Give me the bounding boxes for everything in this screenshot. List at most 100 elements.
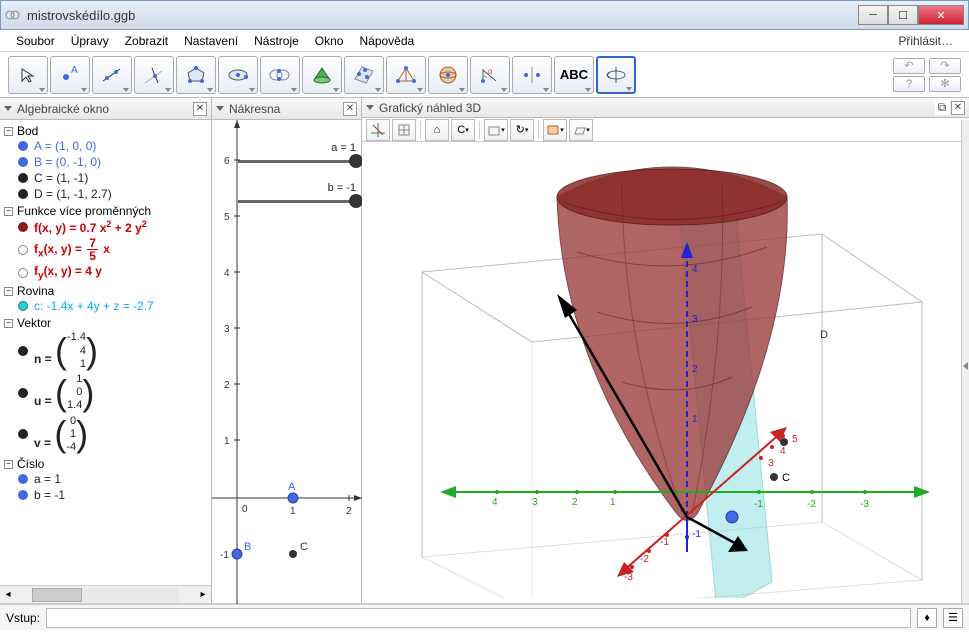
- visibility-dot[interactable]: [18, 388, 28, 398]
- g3d-rotate-button[interactable]: ↻▾: [510, 119, 534, 141]
- algebra-item[interactable]: c: -1.4x + 4y + z = -2.7: [4, 298, 207, 314]
- tool-circle[interactable]: [218, 56, 258, 94]
- point-C-3d[interactable]: [770, 473, 778, 481]
- redo-button[interactable]: ↷: [929, 58, 961, 74]
- close-button[interactable]: ✕: [918, 5, 964, 25]
- point-A-2d[interactable]: [288, 493, 298, 503]
- visibility-dot[interactable]: [18, 173, 28, 183]
- point-A-3d[interactable]: [726, 511, 738, 523]
- menu-nastroje[interactable]: Nástroje: [246, 32, 307, 50]
- visibility-dot[interactable]: [18, 429, 28, 439]
- graphics2d-close[interactable]: ✕: [343, 102, 357, 116]
- graphics3d-header[interactable]: Grafický náhled 3D ⧉ ✕: [362, 98, 969, 118]
- scroll-right-icon[interactable]: ▸: [195, 587, 211, 603]
- algebra-item[interactable]: b = -1: [4, 487, 207, 503]
- tree-toggle[interactable]: −: [4, 287, 13, 296]
- right-sidebar-toggle[interactable]: [961, 120, 969, 603]
- menu-soubor[interactable]: Soubor: [8, 32, 63, 50]
- graphics3d-close[interactable]: ✕: [951, 101, 965, 115]
- algebra-close[interactable]: ✕: [193, 102, 207, 116]
- tool-move[interactable]: [8, 56, 48, 94]
- input-help-button[interactable]: ☰: [943, 608, 963, 628]
- svg-text:0: 0: [242, 504, 248, 515]
- visibility-dot[interactable]: [18, 301, 28, 311]
- scroll-thumb[interactable]: [32, 588, 82, 602]
- tool-perpendicular[interactable]: [134, 56, 174, 94]
- visibility-dot[interactable]: [18, 268, 28, 278]
- graphics3d-canvas[interactable]: 4321 -1-2-3 -1-2-3 4321 -1 543: [362, 142, 969, 603]
- point-3d[interactable]: [780, 438, 788, 446]
- toolbar: A α ABC ↶ ↷ ? ✻: [0, 52, 969, 98]
- g3d-startview-button[interactable]: ▾: [484, 119, 508, 141]
- tool-line[interactable]: [92, 56, 132, 94]
- algebra-header[interactable]: Algebraické okno ✕: [0, 98, 211, 120]
- svg-text:-1: -1: [660, 537, 669, 548]
- algebra-item[interactable]: fx(x, y) = 75 x: [4, 236, 207, 263]
- signin-link[interactable]: Přihlásit…: [890, 32, 961, 50]
- tool-intersect-curve[interactable]: [260, 56, 300, 94]
- algebra-body[interactable]: −Bod A = (1, 0, 0) B = (0, -1, 0) C = (1…: [0, 120, 211, 585]
- visibility-dot[interactable]: [18, 189, 28, 199]
- point-C-2d[interactable]: [289, 550, 297, 558]
- visibility-dot[interactable]: [18, 222, 28, 232]
- tool-sphere[interactable]: [428, 56, 468, 94]
- visibility-dot[interactable]: [18, 474, 28, 484]
- algebra-item[interactable]: n = (-1.441): [4, 330, 207, 372]
- window-titlebar: mistrovskédílo.ggb ─ ☐ ✕: [0, 0, 969, 30]
- visibility-dot[interactable]: [18, 245, 28, 255]
- tree-toggle[interactable]: −: [4, 127, 13, 136]
- scroll-left-icon[interactable]: ◂: [0, 587, 16, 603]
- tool-point[interactable]: A: [50, 56, 90, 94]
- settings-button[interactable]: ✻: [929, 76, 961, 92]
- tool-pyramid[interactable]: [386, 56, 426, 94]
- algebra-item[interactable]: f(x, y) = 0.7 x2 + 2 y2: [4, 218, 207, 236]
- tool-cone[interactable]: [302, 56, 342, 94]
- maximize-button[interactable]: ☐: [888, 5, 918, 25]
- menu-napoveda[interactable]: Nápověda: [351, 32, 422, 50]
- tool-plane-3pts[interactable]: [344, 56, 384, 94]
- tool-rotate3d[interactable]: [596, 56, 636, 94]
- g3d-grid-button[interactable]: [392, 119, 416, 141]
- tree-toggle[interactable]: −: [4, 319, 13, 328]
- input-history-button[interactable]: ♦: [917, 608, 937, 628]
- graphics2d-canvas[interactable]: a = 1 b = -1 6 5 4 3 2 1: [212, 120, 361, 603]
- tree-toggle[interactable]: −: [4, 460, 13, 469]
- visibility-dot[interactable]: [18, 490, 28, 500]
- g3d-capture-button[interactable]: C▾: [451, 119, 475, 141]
- svg-text:D: D: [820, 329, 828, 341]
- func-f: f(x, y) = 0.7 x2 + 2 y2: [34, 219, 147, 235]
- visibility-dot[interactable]: [18, 346, 28, 356]
- algebra-item[interactable]: D = (1, -1, 2.7): [4, 186, 207, 202]
- graphics3d-newwindow[interactable]: ⧉: [935, 101, 949, 115]
- menu-okno[interactable]: Okno: [307, 32, 352, 50]
- menu-upravy[interactable]: Úpravy: [63, 32, 117, 50]
- undo-button[interactable]: ↶: [893, 58, 925, 74]
- tool-polygon[interactable]: [176, 56, 216, 94]
- tool-angle3d[interactable]: α: [470, 56, 510, 94]
- algebra-item[interactable]: C = (1, -1): [4, 170, 207, 186]
- tree-toggle[interactable]: −: [4, 207, 13, 216]
- algebra-item[interactable]: fy(x, y) = 4 y: [4, 263, 207, 282]
- graphics2d-header[interactable]: Nákresna ✕: [212, 98, 361, 120]
- tool-text[interactable]: ABC: [554, 56, 594, 94]
- tool-reflect[interactable]: [512, 56, 552, 94]
- visibility-dot[interactable]: [18, 141, 28, 151]
- g3d-clip-button[interactable]: ▾: [543, 119, 567, 141]
- help-button[interactable]: ?: [893, 76, 925, 92]
- algebra-item[interactable]: B = (0, -1, 0): [4, 154, 207, 170]
- algebra-item[interactable]: A = (1, 0, 0): [4, 138, 207, 154]
- num-a: a = 1: [34, 472, 61, 486]
- input-field[interactable]: [46, 608, 911, 628]
- visibility-dot[interactable]: [18, 157, 28, 167]
- algebra-item[interactable]: v = (01-4): [4, 414, 207, 456]
- g3d-home-button[interactable]: ⌂: [425, 119, 449, 141]
- algebra-hscroll[interactable]: ◂ ▸: [0, 585, 211, 603]
- algebra-item[interactable]: a = 1: [4, 471, 207, 487]
- g3d-proj-button[interactable]: ▾: [569, 119, 593, 141]
- menu-zobrazit[interactable]: Zobrazit: [117, 32, 176, 50]
- point-B-2d[interactable]: [232, 549, 242, 559]
- algebra-item[interactable]: u = (101.4): [4, 372, 207, 414]
- menu-nastaveni[interactable]: Nastavení: [176, 32, 246, 50]
- g3d-axes-button[interactable]: [366, 119, 390, 141]
- minimize-button[interactable]: ─: [858, 5, 888, 25]
